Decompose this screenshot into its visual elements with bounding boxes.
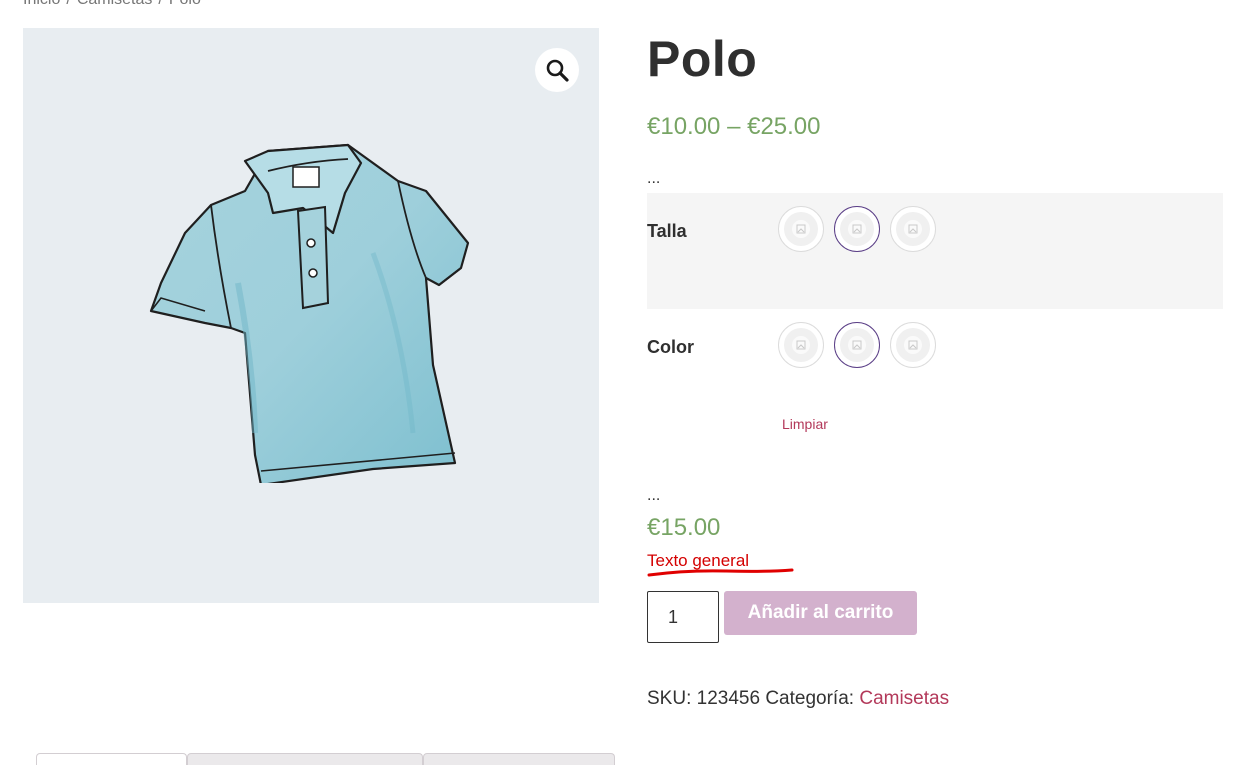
- product-tabs: [36, 753, 615, 765]
- sku-label: SKU:: [647, 688, 692, 709]
- short-description-ellipsis: ...: [647, 170, 661, 187]
- product-meta: SKU: 123456 Categoría: Camisetas: [647, 688, 949, 710]
- swatch-talla-option-selected[interactable]: [834, 206, 880, 252]
- magnifier-icon: [546, 59, 569, 82]
- zoom-button[interactable]: [535, 48, 579, 92]
- breadcrumb-separator: /: [66, 0, 70, 8]
- breadcrumb-home[interactable]: Inicio: [23, 0, 60, 8]
- breadcrumb: Inicio / Camisetas / Polo: [23, 0, 201, 9]
- swatch-color-option[interactable]: [890, 322, 936, 368]
- sku-value: 123456: [696, 688, 761, 709]
- add-to-cart-button[interactable]: Añadir al carrito: [724, 591, 917, 635]
- swatch-talla-option[interactable]: [890, 206, 936, 252]
- image-placeholder-icon: [796, 224, 806, 234]
- swatch-group-color: [778, 322, 936, 368]
- tab-reviews[interactable]: [423, 753, 615, 765]
- swatch-color-option[interactable]: [778, 322, 824, 368]
- tab-description[interactable]: [36, 753, 187, 765]
- red-underline-annotation: [647, 568, 794, 577]
- breadcrumb-category[interactable]: Camisetas: [77, 0, 153, 8]
- breadcrumb-current: Polo: [169, 0, 201, 8]
- breadcrumb-separator: /: [158, 0, 162, 8]
- category-link[interactable]: Camisetas: [859, 688, 949, 709]
- product-page: Inicio / Camisetas / Polo: [0, 0, 1239, 765]
- category-label: Categoría:: [765, 688, 855, 709]
- swatch-color-option-selected[interactable]: [834, 322, 880, 368]
- product-image-polo-shirt[interactable]: [143, 133, 473, 483]
- image-placeholder-icon: [908, 340, 918, 350]
- variation-row-talla: Talla: [647, 193, 1223, 309]
- image-placeholder-icon: [852, 340, 862, 350]
- image-placeholder-icon: [796, 340, 806, 350]
- variation-label-color: Color: [647, 337, 694, 357]
- swatch-talla-option[interactable]: [778, 206, 824, 252]
- variation-label-talla: Talla: [647, 221, 687, 241]
- price-range: €10.00 – €25.00: [647, 113, 821, 140]
- quantity-input[interactable]: [647, 591, 719, 643]
- product-gallery: [23, 28, 599, 603]
- tab-additional-info[interactable]: [187, 753, 423, 765]
- image-placeholder-icon: [852, 224, 862, 234]
- clear-variations-link[interactable]: Limpiar: [782, 416, 828, 432]
- image-placeholder-icon: [908, 224, 918, 234]
- variation-description-ellipsis: ...: [647, 487, 661, 504]
- variation-row-color: Color: [647, 318, 1223, 378]
- product-title: Polo: [647, 31, 758, 87]
- variation-price: €15.00: [647, 514, 721, 541]
- swatch-group-talla: [778, 206, 936, 252]
